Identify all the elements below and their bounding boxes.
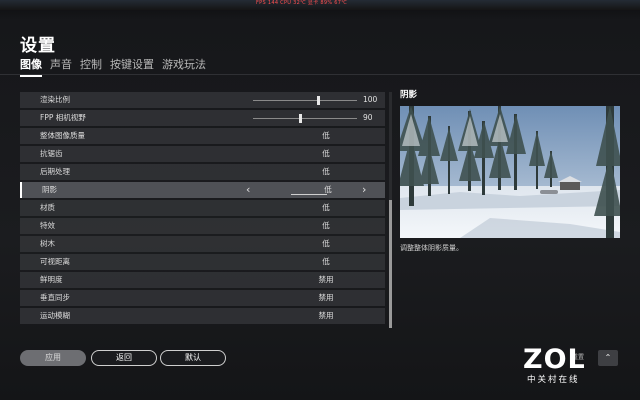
back-button[interactable]: 返回 [91,350,157,366]
setting-label: 整体图像质量 [40,131,85,140]
value-indicator [291,194,327,195]
setting-value: 低 [322,167,330,176]
fps-counter: FPS 144 CPU 32℃ 显卡 89% 67℃ [256,0,348,6]
setting-value: 禁用 [318,275,334,284]
setting-effects[interactable]: 特效 低 [20,218,385,234]
setting-value: 低 [322,257,330,266]
preview-title: 阴影 [400,90,418,100]
setting-label: 垂直同步 [40,293,70,302]
setting-textures[interactable]: 材质 低 [20,200,385,216]
setting-value: 低 [322,131,330,140]
setting-value: 低 [322,203,330,212]
setting-label: 特效 [40,221,55,230]
preview-image [400,106,620,238]
tab-divider [0,74,640,75]
top-hud-bar: FPS 144 CPU 32℃ 显卡 89% 67℃ [0,0,640,10]
setting-shadows[interactable]: 阴影 ‹ 低 › [20,182,385,198]
chevron-right-icon[interactable]: › [362,182,366,198]
setting-value: 低 [322,149,330,158]
preview-description: 调整整体阴影质量。 [400,244,463,252]
setting-label: 材质 [40,203,55,212]
slider-handle[interactable] [298,114,302,123]
scrollbar-thumb[interactable] [389,200,392,328]
setting-motion-blur[interactable]: 运动模糊 禁用 [20,308,385,324]
chevron-left-icon[interactable]: ‹ [246,182,250,198]
snow-forest-image [400,106,620,238]
setting-label: 后期处理 [40,167,70,176]
setting-label: 抗锯齿 [40,149,63,158]
setting-value: 低 [324,185,332,194]
setting-render-scale[interactable]: 渲染比例 100 [20,92,385,108]
apply-button[interactable]: 应用 [20,350,86,366]
setting-label: 阴影 [42,185,57,194]
setting-sharpen[interactable]: 鲜明度 禁用 [20,272,385,288]
setting-label: 运动模糊 [40,311,70,320]
setting-label: 可视距离 [40,257,70,266]
watermark-brand: ZOL [523,344,586,375]
setting-overall-quality[interactable]: 整体图像质量 低 [20,128,385,144]
setting-label: 渲染比例 [40,95,70,104]
setting-foliage[interactable]: 树木 低 [20,236,385,252]
page-title: 设置 [20,36,56,56]
setting-value: 90 [363,113,373,122]
setting-fpp-fov[interactable]: FPP 相机视野 90 [20,110,385,126]
setting-value: 禁用 [318,293,334,302]
setting-value: 低 [322,239,330,248]
watermark-subtitle: 中关村在线 [527,375,580,385]
slider-handle[interactable] [317,96,321,105]
setting-vsync[interactable]: 垂直同步 禁用 [20,290,385,306]
chevron-up-icon[interactable]: ⌃ [598,350,618,366]
watermark-logo: ZOL 中关村在线 [523,346,599,388]
setting-post-processing[interactable]: 后期处理 低 [20,164,385,180]
fov-slider[interactable] [253,114,357,123]
default-button[interactable]: 默认 [160,350,226,366]
setting-label: 树木 [40,239,55,248]
setting-value: 禁用 [318,311,334,320]
setting-label: FPP 相机视野 [40,113,86,122]
setting-view-distance[interactable]: 可视距离 低 [20,254,385,270]
render-scale-slider[interactable] [253,96,357,105]
setting-value: 低 [322,221,330,230]
settings-list: 渲染比例 100 FPP 相机视野 90 整体图像质量 低 抗锯齿 低 后期处理… [20,92,385,328]
setting-anti-aliasing[interactable]: 抗锯齿 低 [20,146,385,162]
setting-label: 鲜明度 [40,275,63,284]
setting-value: 100 [363,95,378,104]
